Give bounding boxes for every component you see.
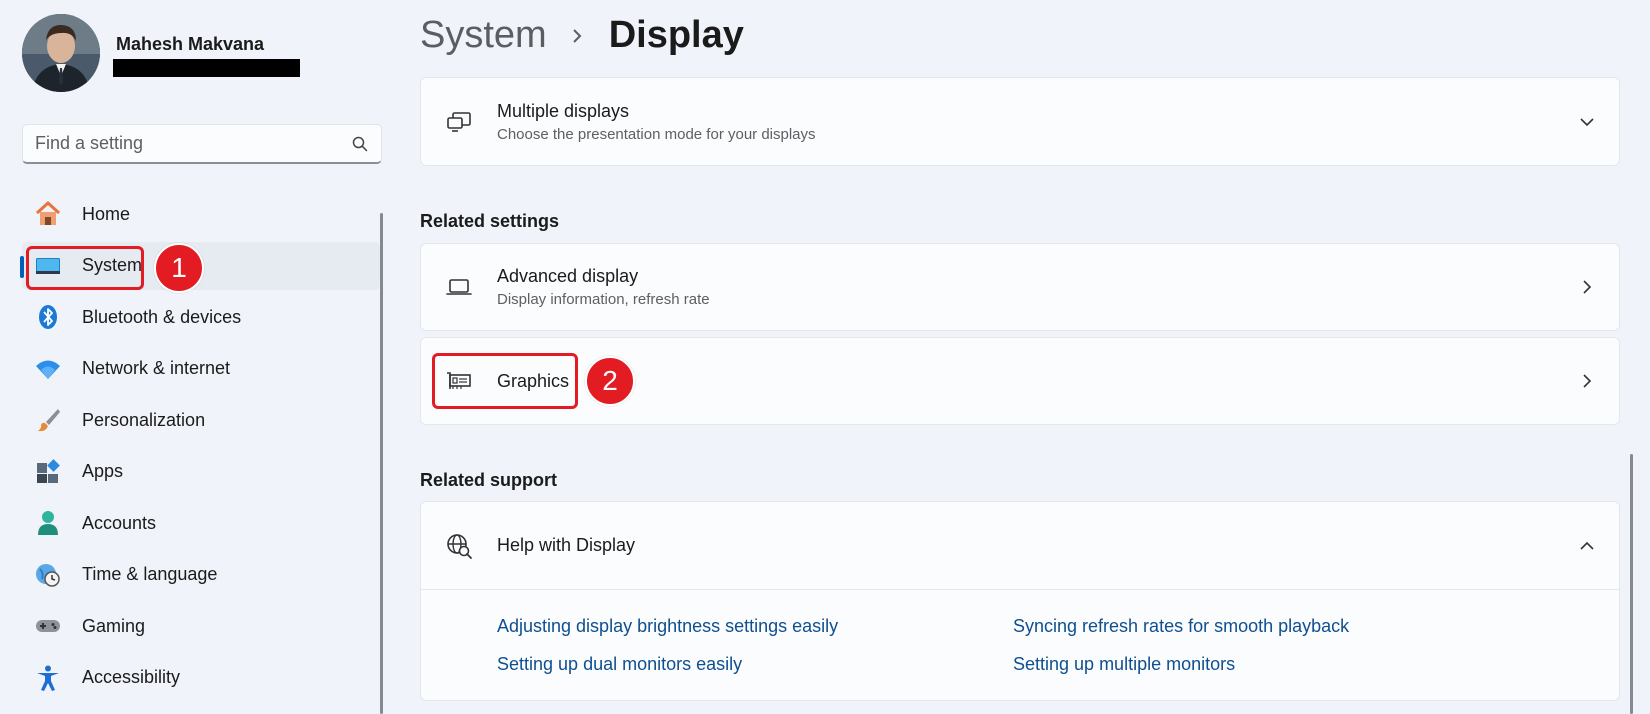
sidebar-item-label: Bluetooth & devices [82, 306, 242, 327]
chevron-right-icon [1583, 280, 1592, 294]
search-placeholder: Find a setting [35, 133, 144, 153]
multiple-displays-card[interactable]: Multiple displays Choose the presentatio… [420, 77, 1620, 166]
help-header[interactable]: Help with Display [421, 502, 1619, 590]
sidebar-item-time-language[interactable]: Time & language [22, 551, 380, 599]
gamepad-icon [34, 612, 62, 640]
callout-number-1: 1 [154, 243, 204, 293]
sidebar-item-accessibility[interactable]: Accessibility [22, 654, 380, 702]
callout-box-system [26, 246, 144, 290]
sidebar-item-label: Apps [82, 461, 124, 481]
clock-globe-icon [34, 561, 62, 589]
sidebar-item-label: Time & language [82, 564, 218, 584]
chevron-down-icon[interactable] [1579, 114, 1595, 130]
main-scrollbar[interactable] [1630, 454, 1633, 714]
brush-icon [34, 406, 62, 434]
globe-search-icon [445, 532, 473, 560]
advanced-display-title: Advanced display [497, 266, 639, 286]
chevron-up-icon[interactable] [1579, 538, 1595, 554]
user-name: Mahesh Makvana [116, 34, 265, 54]
sidebar-item-label: Gaming [82, 615, 146, 636]
sidebar-item-label: Accounts [82, 512, 157, 533]
home-icon [34, 200, 62, 228]
sidebar-item-label: Accessibility [82, 667, 181, 687]
sidebar-item-label: Network & internet [82, 358, 231, 378]
related-support-heading: Related support [420, 470, 558, 490]
advanced-display-card[interactable]: Advanced display Display information, re… [420, 243, 1620, 331]
search-icon[interactable] [351, 135, 369, 153]
graphics-title: Graphics [497, 370, 570, 391]
redacted-email [113, 59, 300, 77]
laptop-icon [445, 273, 473, 301]
multiple-displays-subtitle: Choose the presentation mode for your di… [497, 125, 816, 143]
help-with-display-card: Help with Display Adjusting display brig… [420, 501, 1620, 701]
help-link[interactable]: Syncing refresh rates for smooth playbac… [1013, 616, 1349, 637]
sidebar-item-network[interactable]: Network & internet [22, 345, 380, 393]
help-link[interactable]: Setting up dual monitors easily [497, 654, 742, 675]
sidebar-item-home[interactable]: Home [22, 190, 380, 238]
callout-number-2: 2 [585, 356, 635, 406]
advanced-display-subtitle: Display information, refresh rate [497, 291, 710, 308]
selection-indicator [20, 255, 24, 278]
help-link[interactable]: Adjusting display brightness settings ea… [497, 616, 838, 637]
sidebar-item-apps[interactable]: Apps [22, 448, 380, 496]
chevron-right-icon [1583, 374, 1592, 388]
sidebar-scrollbar[interactable] [380, 213, 383, 714]
multiple-displays-icon [445, 108, 473, 136]
page-title: Display [608, 14, 744, 56]
wifi-icon [34, 355, 62, 383]
bluetooth-icon [34, 303, 62, 331]
sidebar-item-accounts[interactable]: Accounts [22, 499, 380, 547]
accessibility-icon [34, 664, 62, 692]
sidebar-item-gaming[interactable]: Gaming [22, 602, 380, 650]
sidebar-item-label: Personalization [82, 409, 206, 430]
apps-icon [34, 458, 62, 486]
chevron-right-icon [572, 28, 582, 43]
callout-box-graphics [432, 353, 578, 409]
breadcrumb: System Display [420, 14, 744, 57]
breadcrumb-parent[interactable]: System [420, 14, 547, 57]
sidebar-item-personalization[interactable]: Personalization [22, 396, 380, 444]
sidebar: Mahesh Makvana Find a setting Home Syste… [0, 0, 385, 714]
avatar[interactable] [22, 14, 100, 92]
search-input[interactable]: Find a setting [22, 124, 382, 164]
help-link[interactable]: Setting up multiple monitors [1013, 654, 1235, 675]
help-title: Help with Display [497, 535, 636, 555]
sidebar-item-label: Home [82, 203, 131, 224]
related-settings-heading: Related settings [420, 211, 560, 231]
sidebar-item-bluetooth[interactable]: Bluetooth & devices [22, 293, 380, 341]
person-icon [34, 509, 62, 537]
multiple-displays-title: Multiple displays [497, 100, 630, 121]
